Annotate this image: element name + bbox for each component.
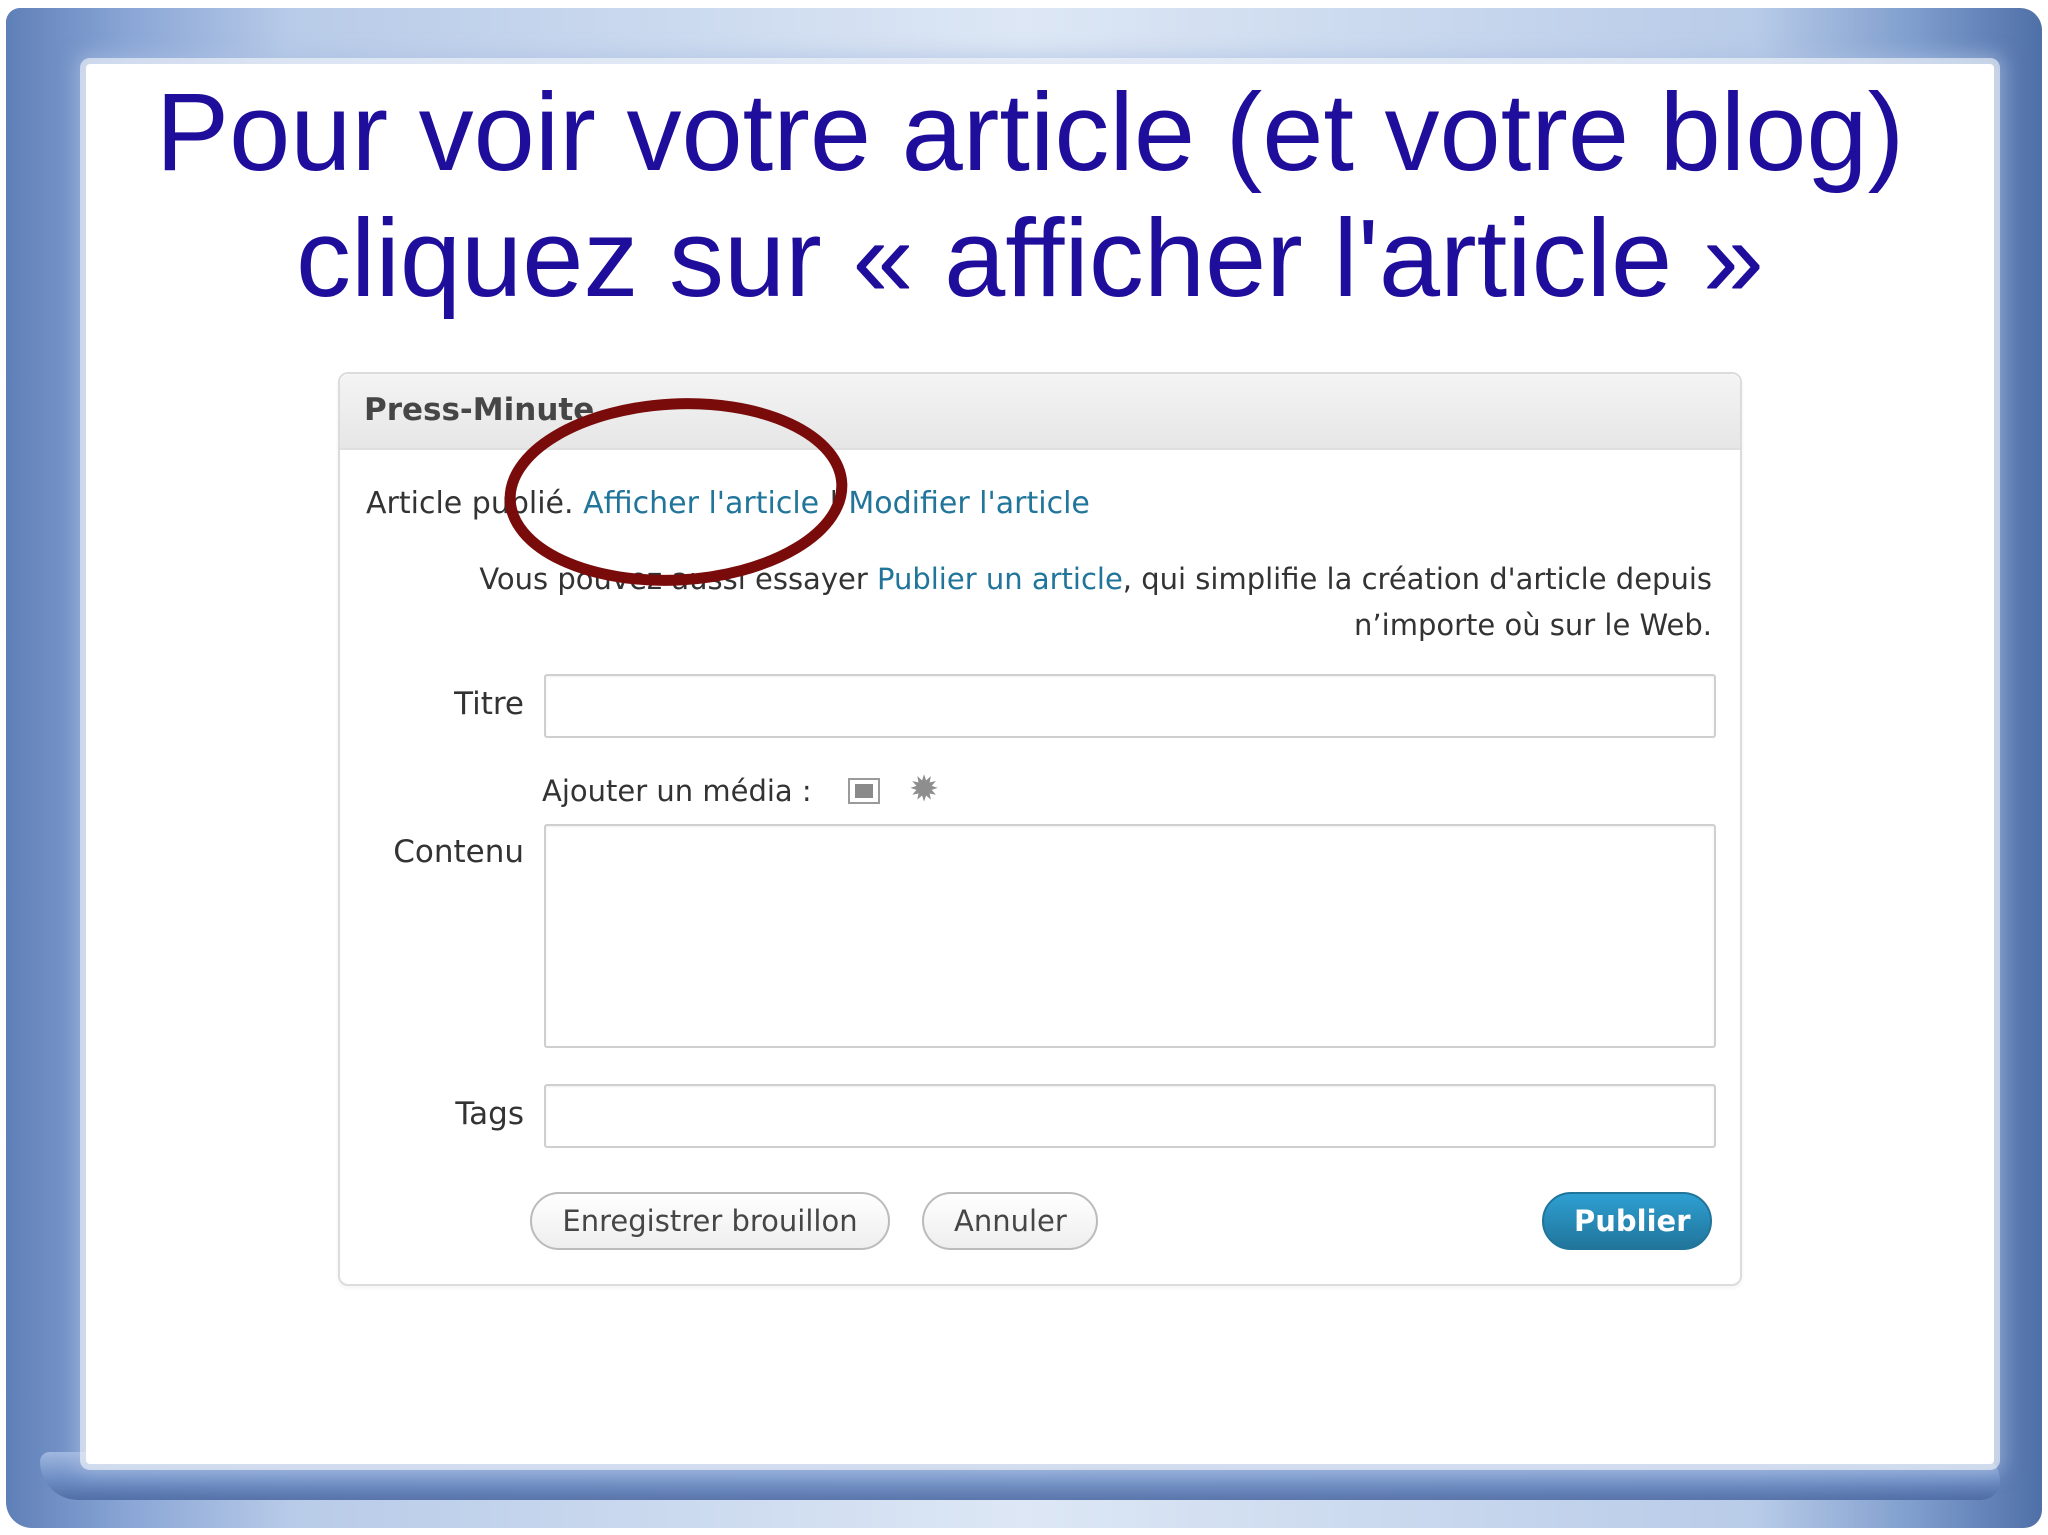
content-textarea[interactable]: [544, 824, 1716, 1048]
view-article-link[interactable]: Afficher l'article: [583, 486, 819, 521]
slide-title-line-1: Pour voir votre article (et votre blog): [155, 71, 1905, 194]
hint-text-before: Vous pouvez aussi essayer: [479, 562, 877, 596]
notice-separator: |: [828, 486, 839, 521]
publish-button[interactable]: Publier: [1542, 1192, 1712, 1250]
title-input[interactable]: [544, 674, 1716, 738]
content-label: Contenu: [393, 834, 524, 870]
press-this-link[interactable]: Publier un article: [877, 562, 1123, 596]
press-this-hint: Vous pouvez aussi essayer Publier un art…: [452, 556, 1712, 648]
title-label: Titre: [454, 686, 524, 722]
tags-input[interactable]: [544, 1084, 1716, 1148]
image-icon[interactable]: [848, 778, 880, 804]
edit-article-link[interactable]: Modifier l'article: [848, 486, 1090, 521]
press-minute-panel: Press-Minute Article publié. Afficher l'…: [338, 372, 1742, 1286]
hint-text-after: , qui simplifie la création d'article de…: [1122, 562, 1712, 642]
add-media-label: Ajouter un média :: [542, 774, 812, 808]
save-draft-button[interactable]: Enregistrer brouillon: [530, 1192, 890, 1250]
cancel-button[interactable]: Annuler: [922, 1192, 1098, 1250]
notice-status: Article publié.: [366, 486, 574, 521]
panel-title: Press-Minute: [364, 392, 595, 428]
slide-title: Pour voir votre article (et votre blog) …: [90, 70, 1970, 322]
tags-label: Tags: [455, 1096, 524, 1132]
gear-icon[interactable]: ✹: [909, 772, 939, 808]
publish-notice: Article publié. Afficher l'article | Mod…: [366, 486, 1090, 521]
slide-title-line-2: cliquez sur « afficher l'article »: [296, 197, 1764, 320]
